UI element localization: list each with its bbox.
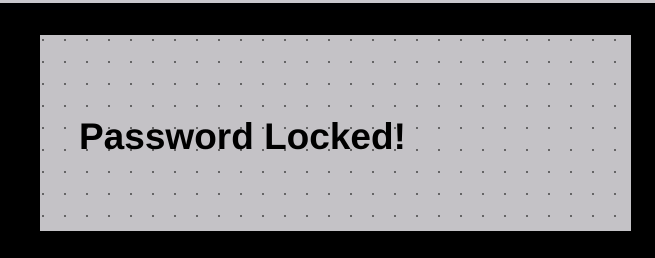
top-edge-strip [0, 0, 655, 3]
lock-screen: Password Locked! [0, 0, 655, 258]
password-locked-message: Password Locked! [79, 116, 406, 157]
message-panel: Password Locked! [40, 35, 631, 231]
